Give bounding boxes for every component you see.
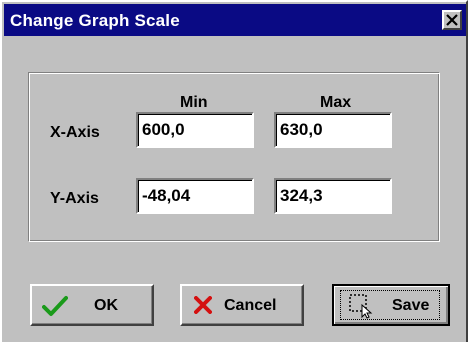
checkmark-icon [42,296,68,316]
scale-group-box [28,72,440,242]
cancel-button[interactable]: Cancel [180,284,304,326]
min-column-header: Min [180,94,208,111]
y-axis-label: Y-Axis [50,190,99,207]
y-axis-max-input[interactable]: 324,3 [274,178,392,214]
close-icon [446,14,458,26]
ok-button-label: OK [94,297,118,314]
x-axis-min-input[interactable]: 600,0 [136,112,254,148]
close-button[interactable] [442,10,462,30]
title-bar: Change Graph Scale [4,4,466,36]
save-button-label: Save [392,297,430,314]
cancel-button-label: Cancel [224,297,277,314]
dialog-title: Change Graph Scale [10,11,180,30]
red-x-icon [194,296,212,314]
save-selection-icon [349,294,373,319]
save-button[interactable]: Save [332,284,450,326]
x-axis-label: X-Axis [50,124,100,141]
y-axis-min-input[interactable]: -48,04 [136,178,254,214]
change-graph-scale-dialog: Change Graph Scale Min Max X-Axis 600,0 … [0,0,468,342]
x-axis-max-input[interactable]: 630,0 [274,112,392,148]
ok-button[interactable]: OK [30,284,154,326]
max-column-header: Max [320,94,352,111]
